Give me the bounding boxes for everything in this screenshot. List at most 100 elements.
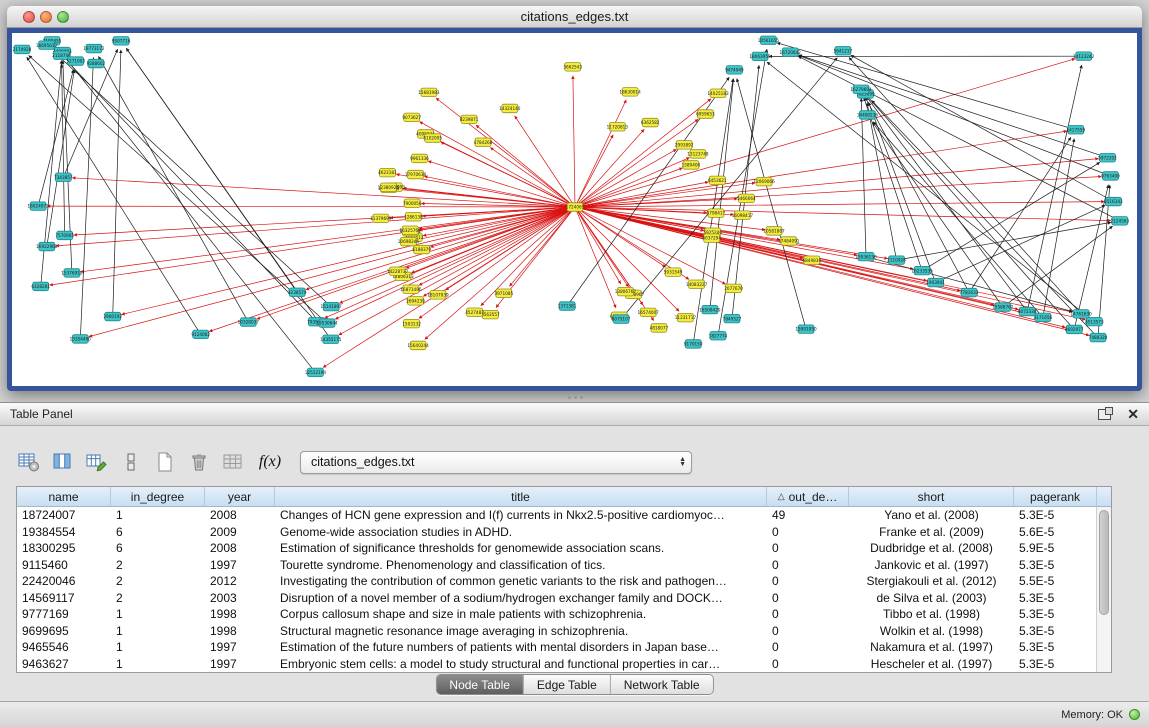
- tab-network-table[interactable]: Network Table: [610, 675, 713, 694]
- network-node[interactable]: 5466064: [737, 194, 756, 203]
- network-node[interactable]: 13806767: [615, 287, 637, 296]
- network-node[interactable]: 4527483: [465, 308, 484, 317]
- table-mode-icon[interactable]: [16, 449, 42, 475]
- network-node[interactable]: 2110928: [887, 256, 906, 265]
- network-node[interactable]: 9288602: [87, 59, 106, 68]
- network-node[interactable]: 16098417: [732, 211, 754, 220]
- column-header-pagerank[interactable]: pagerank: [1014, 487, 1097, 506]
- network-node[interactable]: 7849527: [723, 314, 742, 323]
- network-node[interactable]: 5972202: [1098, 154, 1117, 163]
- network-node[interactable]: 2694239: [406, 297, 425, 306]
- network-node[interactable]: 9124062: [191, 330, 210, 339]
- network-node[interactable]: 7570905: [55, 231, 74, 240]
- network-node[interactable]: 2077670: [724, 284, 743, 293]
- table-row[interactable]: 946554611997Estimation of the future num…: [17, 639, 1111, 656]
- network-node[interactable]: 7900056: [403, 199, 422, 208]
- network-node[interactable]: 1503132: [402, 319, 421, 328]
- network-node[interactable]: 16508429: [699, 305, 721, 314]
- network-node[interactable]: 6849839: [802, 256, 821, 265]
- window-titlebar[interactable]: citations_edges.txt: [7, 6, 1142, 28]
- network-node[interactable]: 15141897: [321, 302, 343, 311]
- scrollbar-thumb[interactable]: [1099, 510, 1109, 615]
- row-tools-icon[interactable]: [118, 449, 144, 475]
- network-node[interactable]: 5271003: [66, 57, 85, 66]
- table-row[interactable]: 969969511998Structural magnetic resonanc…: [17, 623, 1111, 640]
- network-node[interactable]: 16574007: [638, 308, 660, 317]
- network-node[interactable]: 10328037: [238, 318, 260, 327]
- network-node[interactable]: 17484091: [778, 237, 800, 246]
- network-node[interactable]: 6453621: [708, 176, 727, 185]
- network-node[interactable]: 16695612: [36, 41, 58, 50]
- network-node[interactable]: 8513573: [1085, 317, 1104, 326]
- network-node[interactable]: 5516343: [1104, 197, 1123, 206]
- network-node[interactable]: 15681983: [418, 88, 440, 97]
- network-node[interactable]: 1417559: [1066, 126, 1085, 135]
- network-node[interactable]: 16279604: [850, 85, 872, 94]
- network-node[interactable]: 7781633: [960, 288, 979, 297]
- network-node[interactable]: 16922968: [36, 242, 58, 251]
- network-node[interactable]: 18107939: [427, 291, 449, 300]
- network-node[interactable]: 5931549: [664, 268, 683, 277]
- network-node[interactable]: 1903941: [926, 278, 945, 287]
- table-row[interactable]: 1456911722003Disruption of a novel membe…: [17, 590, 1111, 607]
- network-node[interactable]: 14761630: [1070, 310, 1092, 319]
- network-node[interactable]: 4818077: [650, 324, 669, 333]
- network-node[interactable]: 9170150: [684, 340, 703, 349]
- network-node[interactable]: 18630014: [619, 88, 641, 97]
- network-node[interactable]: 15640244: [407, 341, 429, 350]
- import-table-icon[interactable]: [220, 449, 246, 475]
- network-node[interactable]: 3238579: [288, 288, 307, 297]
- network-node[interactable]: 1589400: [682, 161, 701, 170]
- network-node[interactable]: 12512194: [305, 368, 327, 377]
- network-node[interactable]: 19773172: [83, 44, 105, 53]
- network-node[interactable]: 9073627: [402, 113, 421, 122]
- network-node[interactable]: 4623181: [378, 168, 397, 177]
- network-node[interactable]: 10698346: [398, 237, 420, 246]
- network-node[interactable]: 9474949: [725, 66, 744, 75]
- network-node[interactable]: 10561655: [758, 36, 780, 45]
- network-node[interactable]: 4171656: [1034, 313, 1053, 322]
- table-row[interactable]: 977716911998Corpus callosum shape and si…: [17, 606, 1111, 623]
- column-header-in_degree[interactable]: in_degree: [111, 487, 205, 506]
- network-node[interactable]: 4784268: [474, 138, 493, 147]
- network-node[interactable]: 6075107: [612, 315, 631, 324]
- network-node[interactable]: 2993892: [675, 141, 694, 150]
- network-node[interactable]: 6959653: [696, 110, 715, 119]
- network-node[interactable]: 14355175: [320, 335, 342, 344]
- network-node[interactable]: 14324140: [499, 104, 521, 113]
- network-node[interactable]: 18063959: [749, 52, 771, 61]
- network-node[interactable]: 5102005: [423, 134, 442, 143]
- float-panel-icon[interactable]: [1098, 409, 1111, 420]
- tab-edge-table[interactable]: Edge Table: [523, 675, 610, 694]
- network-canvas[interactable]: 1639896782398711133609346231814847512186…: [12, 33, 1137, 386]
- network-node[interactable]: 8692977: [1065, 325, 1084, 334]
- network-node[interactable]: 11379699: [370, 214, 392, 223]
- network-node[interactable]: 5641217: [834, 47, 853, 56]
- network-node[interactable]: 14228737: [387, 267, 409, 276]
- new-column-icon[interactable]: [84, 449, 110, 475]
- network-node[interactable]: 16233535: [911, 266, 933, 275]
- network-node[interactable]: 17970638: [405, 170, 427, 179]
- network-node[interactable]: 19530644: [316, 319, 338, 328]
- network-node[interactable]: 2124563: [1110, 217, 1129, 226]
- network-node[interactable]: 6188379: [412, 245, 431, 254]
- minimize-window-button[interactable]: [40, 11, 52, 23]
- network-node[interactable]: 6362582: [641, 118, 660, 127]
- network-node[interactable]: 13123748: [687, 150, 709, 159]
- column-header-short[interactable]: short: [849, 487, 1014, 506]
- tab-node-table[interactable]: Node Table: [436, 675, 523, 694]
- table-row[interactable]: 1830029562008Estimation of significance …: [17, 540, 1111, 557]
- network-node[interactable]: 12069066: [753, 177, 775, 186]
- table-row[interactable]: 911546021997Tourette syndrome. Phenomeno…: [17, 557, 1111, 574]
- network-node[interactable]: 9961336: [410, 154, 429, 163]
- network-node[interactable]: 12380926: [378, 183, 400, 192]
- network-node[interactable]: 8239871: [460, 115, 479, 124]
- network-node[interactable]: 16720642: [780, 48, 802, 57]
- column-header-name[interactable]: name: [17, 487, 111, 506]
- panel-resize-handle[interactable]: [563, 394, 587, 401]
- network-node[interactable]: 14025183: [707, 89, 729, 98]
- zoom-window-button[interactable]: [57, 11, 69, 23]
- network-node[interactable]: 9763400: [1101, 172, 1120, 181]
- network-node[interactable]: 15588762: [992, 303, 1014, 312]
- network-node[interactable]: 16024073: [27, 202, 49, 211]
